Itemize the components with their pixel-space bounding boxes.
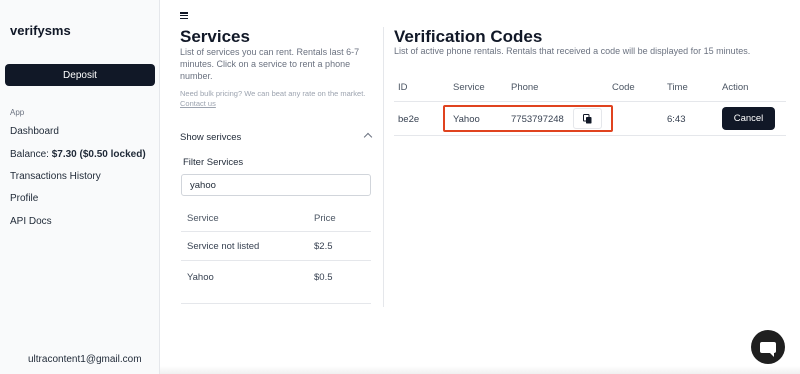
column-header-price: Price [314, 213, 336, 224]
show-services-toggle[interactable]: Show serivces [180, 132, 241, 143]
footer-shadow [160, 366, 800, 374]
deposit-button[interactable]: Deposit [5, 64, 155, 86]
services-table: Service Price Service not listed $2.5 Ya… [181, 206, 371, 304]
filter-services-input[interactable]: yahoo [181, 174, 371, 196]
sidebar-item-dashboard[interactable]: Dashboard [10, 126, 59, 137]
sidebar-section-label: App [10, 108, 25, 117]
highlight-box [443, 105, 613, 132]
column-header-service: Service [187, 213, 219, 224]
column-header-code: Code [612, 82, 635, 93]
column-header-service: Service [453, 82, 485, 93]
verification-title: Verification Codes [394, 27, 543, 46]
cancel-button[interactable]: Cancel [722, 107, 775, 130]
rental-time-remaining: 6:43 [667, 114, 686, 125]
sidebar-item-balance[interactable]: Balance: $7.30 ($0.50 locked) [10, 149, 146, 160]
service-price: $0.5 [314, 272, 333, 283]
table-divider [394, 135, 786, 136]
services-description: List of services you can rent. Rentals l… [180, 47, 360, 81]
service-price: $2.5 [314, 241, 333, 252]
contact-us-link[interactable]: Contact us [180, 99, 216, 108]
table-row[interactable]: Service not listed $2.5 [181, 232, 371, 261]
service-name: Yahoo [187, 272, 214, 283]
bulk-pricing-text: Need bulk pricing? We can beat any rate … [180, 89, 366, 98]
verification-description: List of active phone rentals. Rentals th… [394, 46, 751, 56]
column-header-id: ID [398, 82, 408, 93]
services-title: Services [180, 27, 250, 46]
chat-widget-button[interactable] [751, 330, 785, 364]
user-email[interactable]: ultracontent1@gmail.com [28, 354, 142, 365]
column-header-phone: Phone [511, 82, 539, 93]
chat-icon [760, 341, 776, 357]
rental-id: be2e [398, 114, 420, 125]
balance-label: Balance: [10, 149, 49, 160]
column-header-time: Time [667, 82, 688, 93]
brand-logo[interactable]: verifysms [10, 23, 71, 38]
table-divider [394, 101, 786, 102]
table-row[interactable]: Yahoo $0.5 [181, 261, 371, 304]
chevron-up-icon[interactable] [363, 132, 373, 142]
filter-services-label: Filter Services [183, 157, 244, 168]
balance-value: $7.30 ($0.50 locked) [51, 149, 146, 160]
sidebar-item-api-docs[interactable]: API Docs [10, 216, 52, 227]
bulk-pricing-note: Need bulk pricing? We can beat any rate … [180, 89, 370, 109]
menu-icon[interactable] [180, 12, 188, 19]
service-name: Service not listed [187, 241, 260, 252]
column-header-action: Action [722, 82, 749, 93]
panel-divider [383, 27, 384, 307]
sidebar: verifysms Deposit App Dashboard Balance:… [0, 0, 160, 374]
sidebar-item-transactions[interactable]: Transactions History [10, 171, 101, 182]
services-table-header: Service Price [181, 206, 371, 232]
sidebar-item-profile[interactable]: Profile [10, 193, 38, 204]
